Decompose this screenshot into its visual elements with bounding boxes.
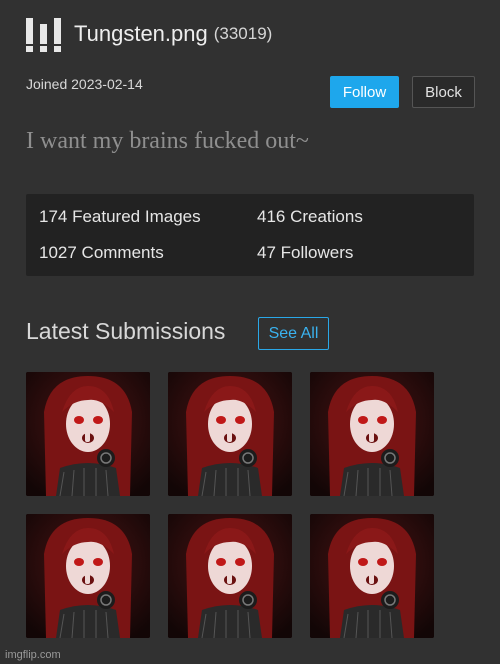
profile-header: Tungsten.png (33019) [26, 16, 272, 52]
block-button[interactable]: Block [412, 76, 475, 108]
username: Tungsten.png [74, 21, 208, 46]
submission-thumbnail-5[interactable] [168, 514, 292, 638]
latest-submissions-heading: Latest Submissions [26, 318, 226, 344]
submission-thumbnail-2[interactable] [168, 372, 292, 496]
submission-image [310, 514, 434, 638]
submission-image [26, 372, 150, 496]
joined-date: Joined 2023-02-14 [26, 76, 143, 92]
submission-image [26, 514, 150, 638]
stat-featured-images[interactable]: 174 Featured Images [39, 207, 201, 227]
see-all-button[interactable]: See All [258, 317, 329, 350]
stat-followers[interactable]: 47 Followers [257, 243, 353, 263]
submission-thumbnail-3[interactable] [310, 372, 434, 496]
submission-image [310, 372, 434, 496]
imgflip-logo-icon[interactable] [26, 16, 62, 52]
user-id: (33019) [213, 24, 273, 43]
submission-thumbnail-4[interactable] [26, 514, 150, 638]
stat-comments[interactable]: 1027 Comments [39, 243, 164, 263]
watermark: imgflip.com [5, 649, 61, 661]
stat-creations[interactable]: 416 Creations [257, 207, 363, 227]
submission-thumbnail-1[interactable] [26, 372, 150, 496]
stats-panel: 174 Featured Images 416 Creations 1027 C… [26, 194, 474, 276]
submission-thumbnail-6[interactable] [310, 514, 434, 638]
submission-image [168, 372, 292, 496]
follow-button[interactable]: Follow [330, 76, 399, 108]
profile-bio: I want my brains fucked out~ [26, 128, 309, 154]
submission-image [168, 514, 292, 638]
